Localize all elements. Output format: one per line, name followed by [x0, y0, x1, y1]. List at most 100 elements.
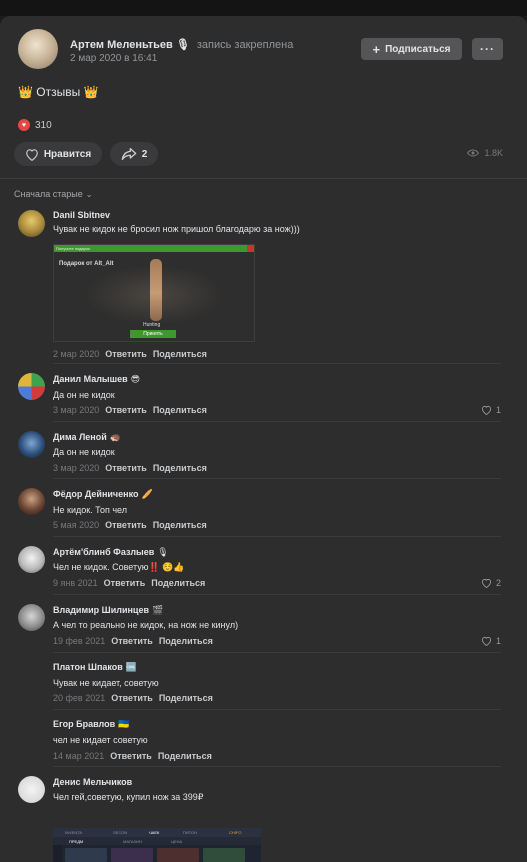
gift-item-name: Hunting	[143, 322, 161, 328]
game-tab: CHIFO	[229, 830, 242, 835]
comment-author[interactable]: Danil Sbitnev	[53, 210, 110, 220]
author-name[interactable]: Артем Меленьтьев	[70, 39, 173, 51]
comment-meta: 3 мар 2020 Ответить Поделиться	[53, 405, 207, 415]
comment-author[interactable]: Фёдор Дейниченко 🥖	[53, 489, 153, 500]
reply-button[interactable]: Ответить	[105, 405, 147, 415]
reply-button[interactable]: Ответить	[105, 520, 147, 530]
comment-date[interactable]: 3 мар 2020	[53, 463, 99, 473]
comment-avatar[interactable]	[18, 546, 45, 573]
reply-button[interactable]: Ответить	[104, 578, 146, 588]
share-comment-button[interactable]: Поделиться	[153, 349, 207, 359]
share-comment-button[interactable]: Поделиться	[158, 751, 212, 761]
comment-separator	[53, 363, 501, 364]
reply-button[interactable]: Ответить	[111, 636, 153, 646]
author-avatar[interactable]	[18, 29, 58, 69]
plus-icon: +	[372, 41, 381, 57]
share-comment-button[interactable]: Поделиться	[153, 520, 207, 530]
likes-summary[interactable]: ♥ 310	[18, 119, 52, 131]
game-subbar: ПРЕДМ МАГАЗИН ЦЕНА	[53, 837, 261, 845]
pinned-note: запись закреплена	[196, 39, 294, 51]
share-comment-button[interactable]: Поделиться	[151, 578, 205, 588]
knife-image	[150, 259, 162, 321]
comment-text: А чел то реально не кидок, на нож не кин…	[53, 620, 239, 630]
comment-like-count: 1	[495, 405, 501, 415]
comment-author[interactable]: Дима Леной 🦔	[53, 432, 121, 443]
reply-button[interactable]: Ответить	[111, 693, 153, 703]
comment-meta: 3 мар 2020 Ответить Поделиться	[53, 463, 207, 473]
comment-date[interactable]: 19 фев 2021	[53, 636, 105, 646]
comment-like-button[interactable]: 1	[481, 405, 501, 415]
share-comment-button[interactable]: Поделиться	[159, 693, 213, 703]
comment-date[interactable]: 20 фев 2021	[53, 693, 105, 703]
comment-attachment-image[interactable]: INVENTA SECON ЧАЕК ПИТОН CHIFO ПРЕДМ МАГ…	[53, 828, 261, 862]
reply-button[interactable]: Ответить	[110, 751, 152, 761]
comment-meta: 19 фев 2021 Ответить Поделиться	[53, 636, 213, 646]
share-comment-button[interactable]: Поделиться	[153, 463, 207, 473]
like-label: Нравится	[43, 148, 92, 160]
comment-avatar[interactable]	[18, 604, 45, 631]
heart-reaction-icon: ♥	[18, 119, 30, 131]
comment-avatar[interactable]	[18, 776, 45, 803]
comment-like-button[interactable]: 1	[481, 636, 501, 646]
views-count: 1.8K	[484, 148, 503, 158]
author-emoji: 😎	[130, 374, 141, 384]
comment-text: Чувак не кидок не бросил нож пришол благ…	[53, 224, 300, 234]
comment-like-button[interactable]: 2	[481, 578, 501, 588]
comment-text: Да он не кидок	[53, 447, 115, 457]
comment-date[interactable]: 2 мар 2020	[53, 349, 99, 359]
comment-attachment-image[interactable]: Получите подарок Подарок от Alt_Alt Hunt…	[53, 244, 255, 342]
comment-separator	[53, 536, 501, 537]
game-navbar: INVENTA SECON ЧАЕК ПИТОН CHIFO	[53, 828, 261, 837]
like-button[interactable]: Нравится	[14, 142, 102, 166]
comment-date[interactable]: 3 мар 2020	[53, 405, 99, 415]
comment-author[interactable]: Платон Шпаков 🆒	[53, 662, 137, 673]
eye-icon	[467, 149, 480, 157]
comment-text: Чувак не кидает, советую	[53, 678, 159, 688]
game-tab: SECON	[113, 830, 128, 835]
heart-outline-icon	[25, 148, 38, 161]
share-comment-button[interactable]: Поделиться	[159, 636, 213, 646]
share-arrow-icon	[121, 148, 137, 160]
share-comment-button[interactable]: Поделиться	[153, 405, 207, 415]
crown-emoji-left: 👑	[18, 85, 33, 99]
subscribe-label: Подписаться	[385, 43, 451, 55]
comment-author[interactable]: Денис Мельчиков	[53, 777, 132, 787]
subscribe-button[interactable]: + Подписаться	[361, 38, 462, 60]
comment-author[interactable]: Данил Малышев 😎	[53, 374, 140, 385]
comment-avatar[interactable]	[18, 373, 45, 400]
game-item-cell	[157, 848, 199, 862]
game-subtab: ПРЕДМ	[69, 839, 84, 844]
comment-meta: 20 фев 2021 Ответить Поделиться	[53, 693, 213, 703]
comment-separator	[53, 478, 501, 479]
post-card: Артем Меленьтьев 🎙 запись закреплена 2 м…	[0, 16, 527, 862]
comment-date[interactable]: 9 янв 2021	[53, 578, 98, 588]
share-button[interactable]: 2	[110, 142, 158, 166]
game-tab: ЧАЕК	[149, 830, 160, 835]
comment-author[interactable]: Егор Бравлов 🇺🇦	[53, 719, 129, 730]
gift-close-icon	[247, 245, 254, 252]
comment-text: Чел не кидок. Советую‼️ ☺️👍	[53, 562, 185, 572]
comment-separator	[53, 421, 501, 422]
comment-date[interactable]: 5 мая 2020	[53, 520, 99, 530]
comments-sort-dropdown[interactable]: Сначала старые ⌄	[14, 189, 92, 199]
author-emoji: 🇺🇦	[118, 719, 130, 729]
game-subtab: МАГАЗИН	[123, 839, 142, 844]
game-tab: ПИТОН	[183, 830, 198, 835]
game-sidebar	[53, 845, 62, 862]
reply-button[interactable]: Ответить	[105, 463, 147, 473]
comment-like-count: 1	[495, 636, 501, 646]
comment-author[interactable]: Артём'блинб Фазлыев 🎙	[53, 547, 169, 558]
comment-avatar[interactable]	[18, 431, 45, 458]
comment-author[interactable]: Владимир Шилинцев 🎬	[53, 605, 163, 616]
comment-date[interactable]: 14 мар 2021	[53, 751, 104, 761]
post-date[interactable]: 2 мар 2020 в 16:41	[70, 53, 157, 64]
heart-outline-icon	[481, 405, 492, 415]
comment-avatar[interactable]	[18, 488, 45, 515]
comment-avatar[interactable]	[18, 210, 45, 237]
gift-title: Подарок от Alt_Alt	[59, 261, 114, 267]
author-emoji: 🎙	[157, 547, 169, 557]
more-options-button[interactable]: ···	[472, 38, 503, 60]
author-emoji: 🆒	[125, 662, 138, 672]
views-counter: 1.8K	[467, 148, 503, 158]
reply-button[interactable]: Ответить	[105, 349, 147, 359]
